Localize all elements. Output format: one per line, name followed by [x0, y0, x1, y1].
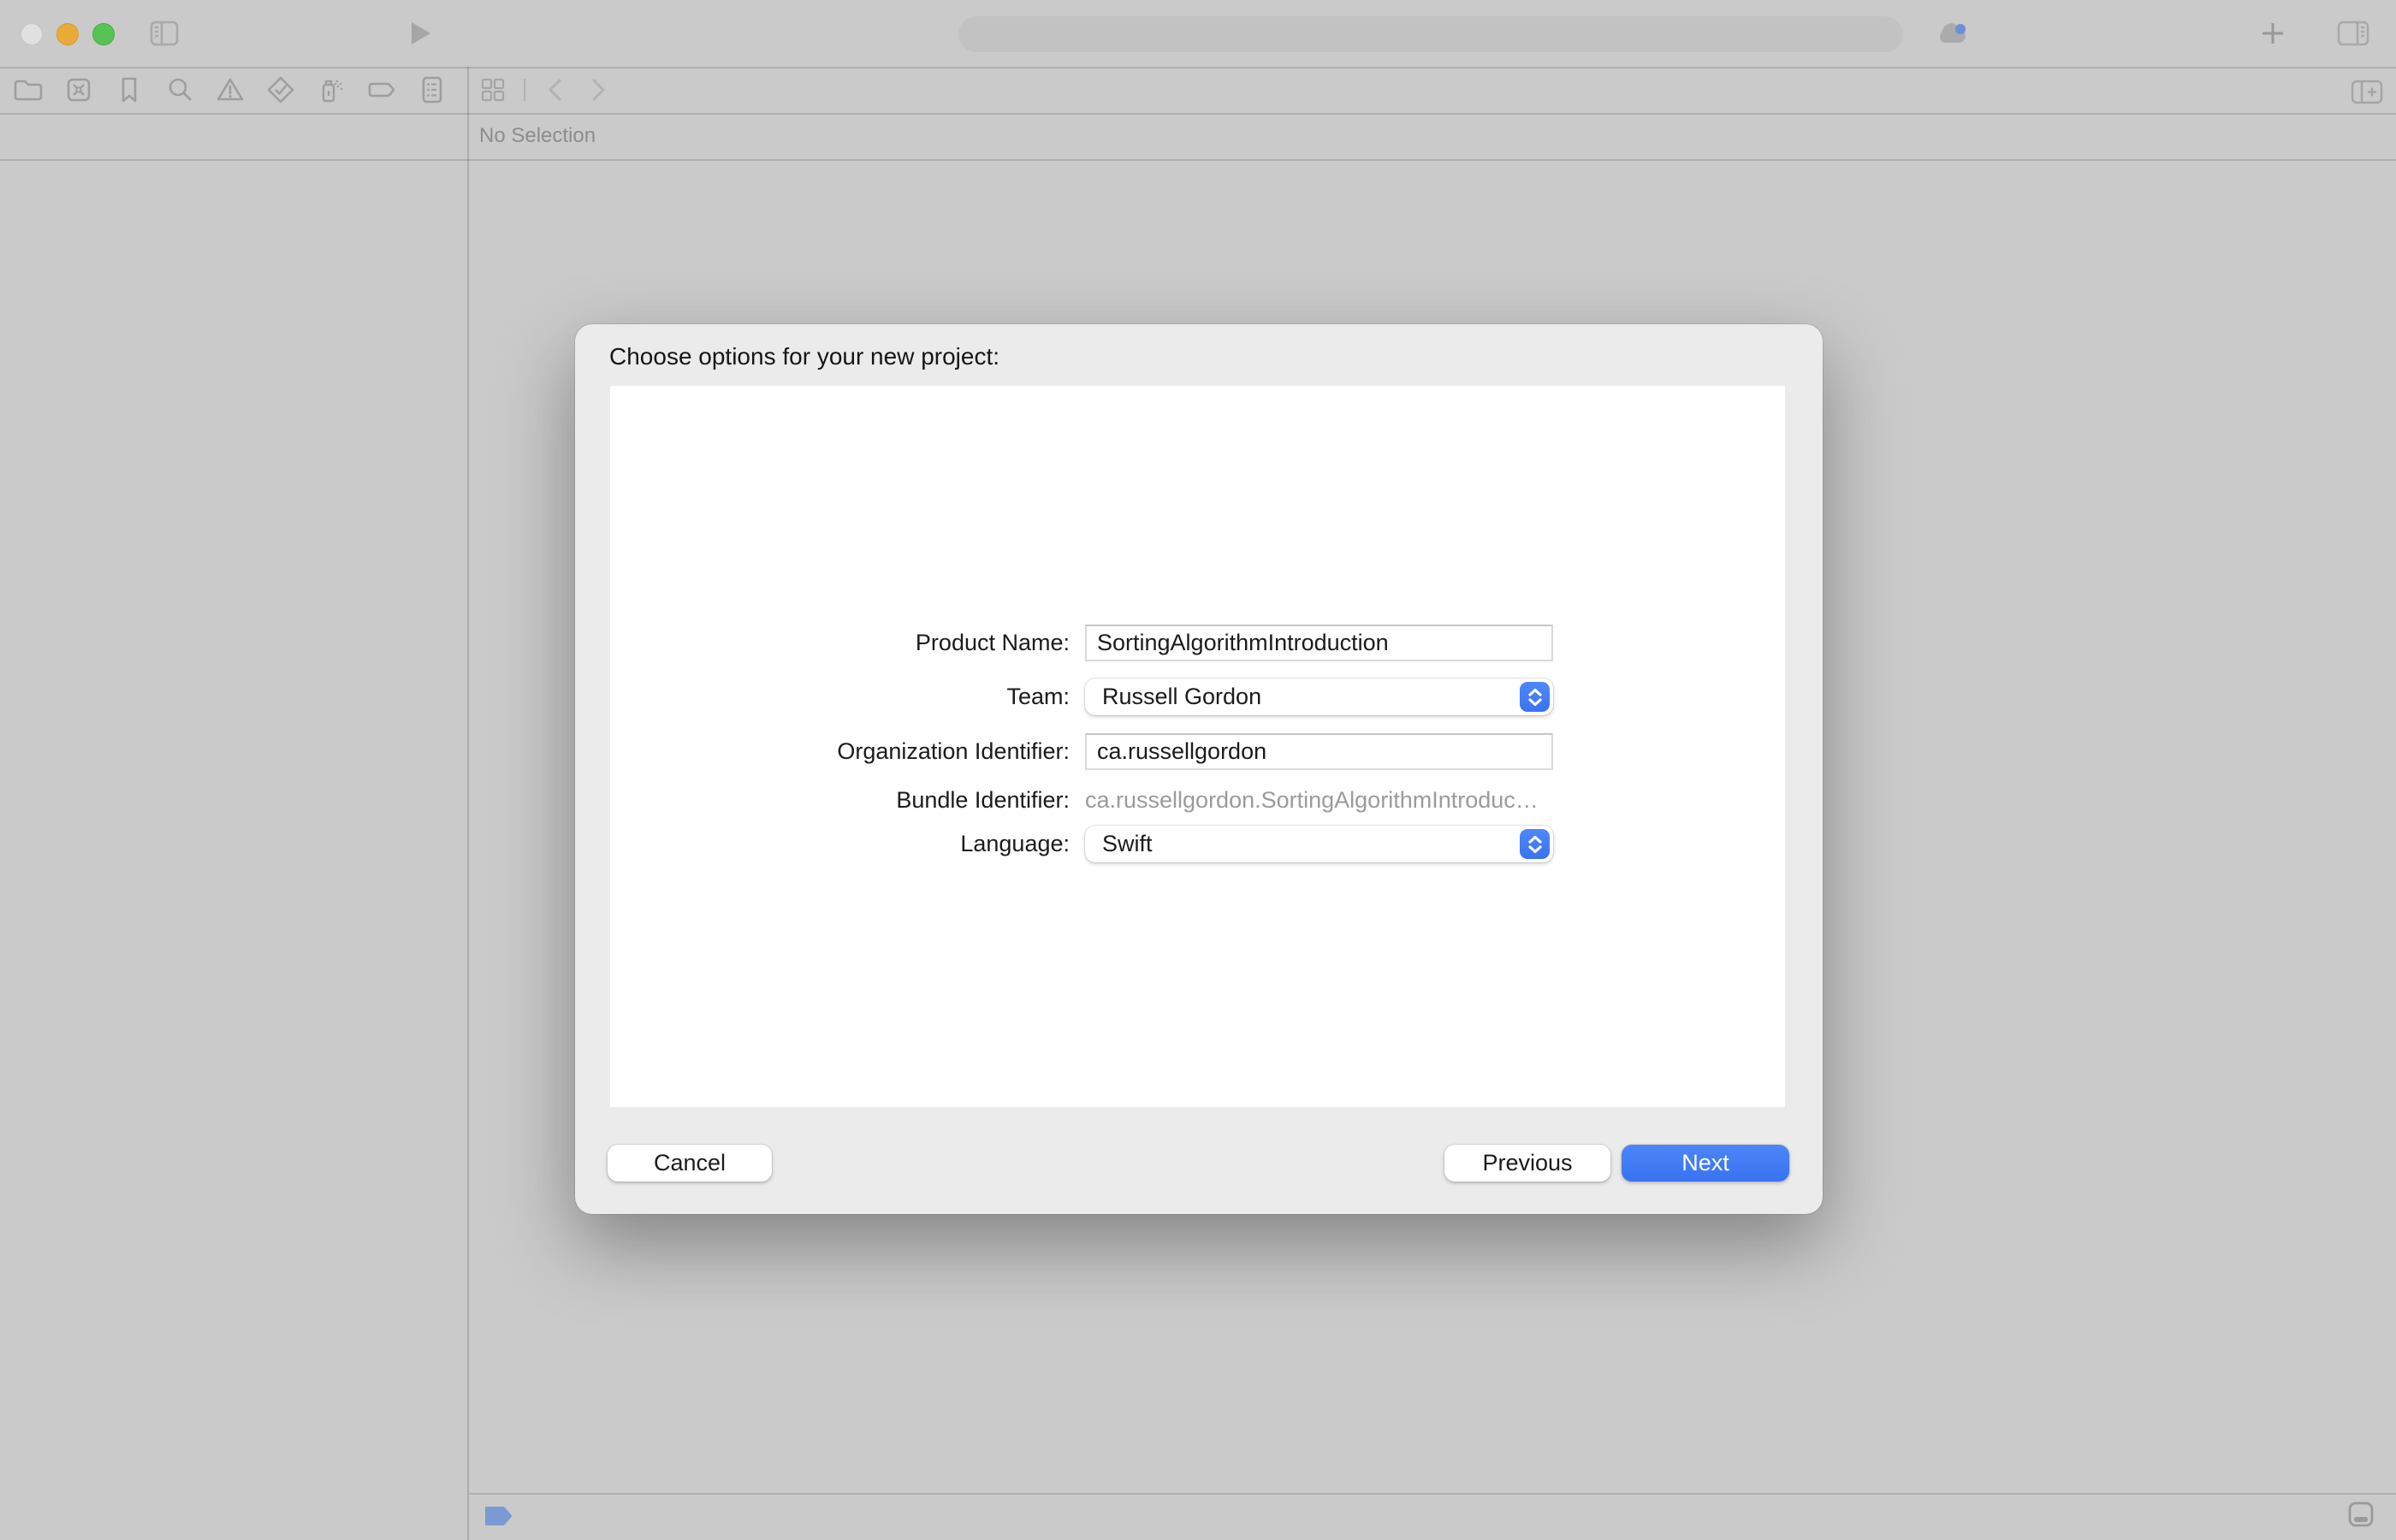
jump-bar[interactable]: No Selection: [469, 113, 2396, 159]
language-popup-value: Swift: [1085, 826, 1553, 862]
debug-area-toggle-icon[interactable]: [2346, 1500, 2375, 1529]
language-label: Language:: [575, 826, 1070, 862]
back-chevron-icon[interactable]: [539, 73, 573, 107]
team-popup[interactable]: Russell Gordon: [1085, 678, 1553, 715]
navigator-tab-bar: [0, 67, 2396, 113]
cancel-button[interactable]: Cancel: [608, 1145, 772, 1182]
product-name-row: Product Name:: [575, 625, 1823, 661]
debug-icon[interactable]: [314, 73, 348, 107]
previous-button[interactable]: Previous: [1444, 1145, 1610, 1182]
organization-identifier-row: Organization Identifier:: [575, 733, 1823, 770]
add-editor-icon[interactable]: [2348, 74, 2386, 109]
sidebar-divider[interactable]: [467, 67, 469, 1540]
issues-icon[interactable]: [213, 73, 247, 107]
minimize-window-button[interactable]: [56, 23, 79, 45]
breakpoint-activate-icon[interactable]: [484, 1506, 513, 1526]
find-icon[interactable]: [163, 73, 197, 107]
play-icon[interactable]: [402, 16, 436, 50]
xcode-window: No Selection Choose options for your new…: [0, 0, 2396, 1540]
activity-viewer: [958, 16, 1903, 52]
sidebar-left-toggle-icon[interactable]: [147, 16, 181, 50]
title-bar: [0, 0, 2396, 67]
bundle-identifier-label: Bundle Identifier:: [575, 786, 1070, 814]
team-popup-value: Russell Gordon: [1085, 678, 1553, 715]
reports-icon[interactable]: [415, 73, 449, 107]
team-label: Team:: [575, 678, 1070, 715]
popup-stepper-icon: [1520, 682, 1550, 712]
organization-identifier-label: Organization Identifier:: [575, 733, 1070, 770]
close-window-button[interactable]: [21, 23, 43, 45]
project-navigator-icon[interactable]: [11, 73, 45, 107]
cloud-status-icon: [1932, 16, 1972, 50]
add-icon[interactable]: [2256, 16, 2290, 50]
breakpoints-icon[interactable]: [365, 73, 399, 107]
team-row: Team: Russell Gordon: [575, 678, 1823, 715]
related-items-grid-icon[interactable]: [476, 73, 510, 107]
organization-identifier-input[interactable]: [1085, 733, 1553, 770]
bundle-identifier-row: Bundle Identifier: ca.russellgordon.Sort…: [575, 786, 1823, 814]
source-control-icon[interactable]: [62, 73, 96, 107]
debug-bar-divider: [469, 1493, 2396, 1495]
navigator-sidebar: [0, 159, 467, 1540]
bookmarks-icon[interactable]: [112, 73, 146, 107]
tests-icon[interactable]: [264, 73, 298, 107]
language-row: Language: Swift: [575, 826, 1823, 862]
popup-stepper-icon: [1520, 829, 1550, 859]
next-button[interactable]: Next: [1622, 1145, 1789, 1182]
divider: [524, 79, 525, 101]
sidebar-right-toggle-icon[interactable]: [2334, 16, 2372, 50]
sheet-title: Choose options for your new project:: [609, 343, 999, 370]
zoom-window-button[interactable]: [92, 23, 115, 45]
language-popup[interactable]: Swift: [1085, 826, 1553, 862]
product-name-input[interactable]: [1085, 625, 1553, 661]
bundle-identifier-value: ca.russellgordon.SortingAlgorithmIntrodu…: [1085, 786, 1553, 814]
forward-chevron-icon[interactable]: [580, 73, 614, 107]
new-project-options-sheet: Choose options for your new project: Pro…: [575, 324, 1823, 1214]
product-name-label: Product Name:: [575, 625, 1070, 661]
jump-bar-text: No Selection: [479, 113, 2396, 159]
